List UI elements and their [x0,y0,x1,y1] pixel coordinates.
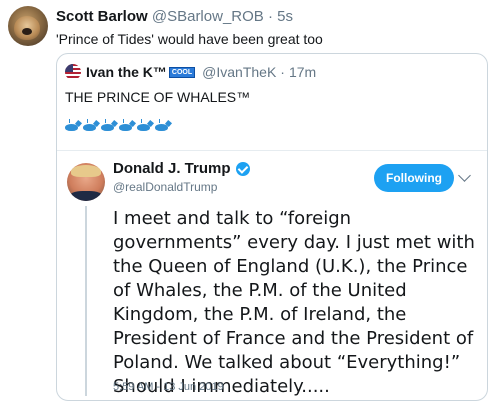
tweet-header: Scott Barlow @SBarlow_ROB · 5s [56,8,293,26]
tweet-time[interactable]: 5s [277,8,293,25]
embedded-display-name[interactable]: Donald J. Trump [113,160,231,178]
cool-badge-icon: COOL [168,66,196,78]
quoted-user-handle[interactable]: @IvanTheK [202,63,276,81]
avatar-dog-nose [22,28,32,35]
quoted-tweet-text: THE PRINCE OF WHALES™ [65,89,251,105]
avatar[interactable] [8,6,48,46]
quoted-tweet-card[interactable]: Ivan the K™ COOL @IvanTheK · 17m THE PRI… [56,53,488,401]
verified-badge-icon [235,162,250,176]
thread-line [85,206,87,396]
whale-emoji-icon [137,119,155,131]
quoted-tweet-header: Ivan the K™ COOL @IvanTheK · 17m [65,63,316,81]
whale-emoji-icon [83,119,101,131]
us-flag-avatar-icon[interactable] [65,64,81,80]
header-separator: · [267,8,273,25]
quoted-tweet-time[interactable]: 17m [289,63,316,81]
whale-emoji-row [65,119,173,131]
quoted-display-name[interactable]: Ivan the K™ [86,63,167,81]
chevron-down-icon[interactable] [458,169,471,182]
embedded-user-handle[interactable]: @realDonaldTrump [113,179,217,195]
user-handle[interactable]: @SBarlow_ROB [152,8,264,25]
following-button[interactable]: Following [374,164,454,192]
avatar-suit [69,191,103,201]
whale-emoji-icon [155,119,173,131]
embedded-tweet-timestamp[interactable]: 5:59 AM - 13 Jun 2019 [113,380,224,394]
embedded-display-name-row: Donald J. Trump [113,160,250,178]
embedded-avatar[interactable] [67,163,105,201]
embedded-tweet-text: I meet and talk to “foreign governments”… [113,208,475,397]
embedded-tweet-card[interactable]: Donald J. Trump @realDonaldTrump Followi… [57,150,487,403]
whale-emoji-icon [119,119,137,131]
whale-emoji-icon [65,119,83,131]
avatar-hair [71,165,101,177]
tweet-text: 'Prince of Tides' would have been great … [56,31,323,47]
whale-emoji-icon [101,119,119,131]
display-name[interactable]: Scott Barlow [56,8,148,25]
quoted-header-separator: · [280,64,285,80]
